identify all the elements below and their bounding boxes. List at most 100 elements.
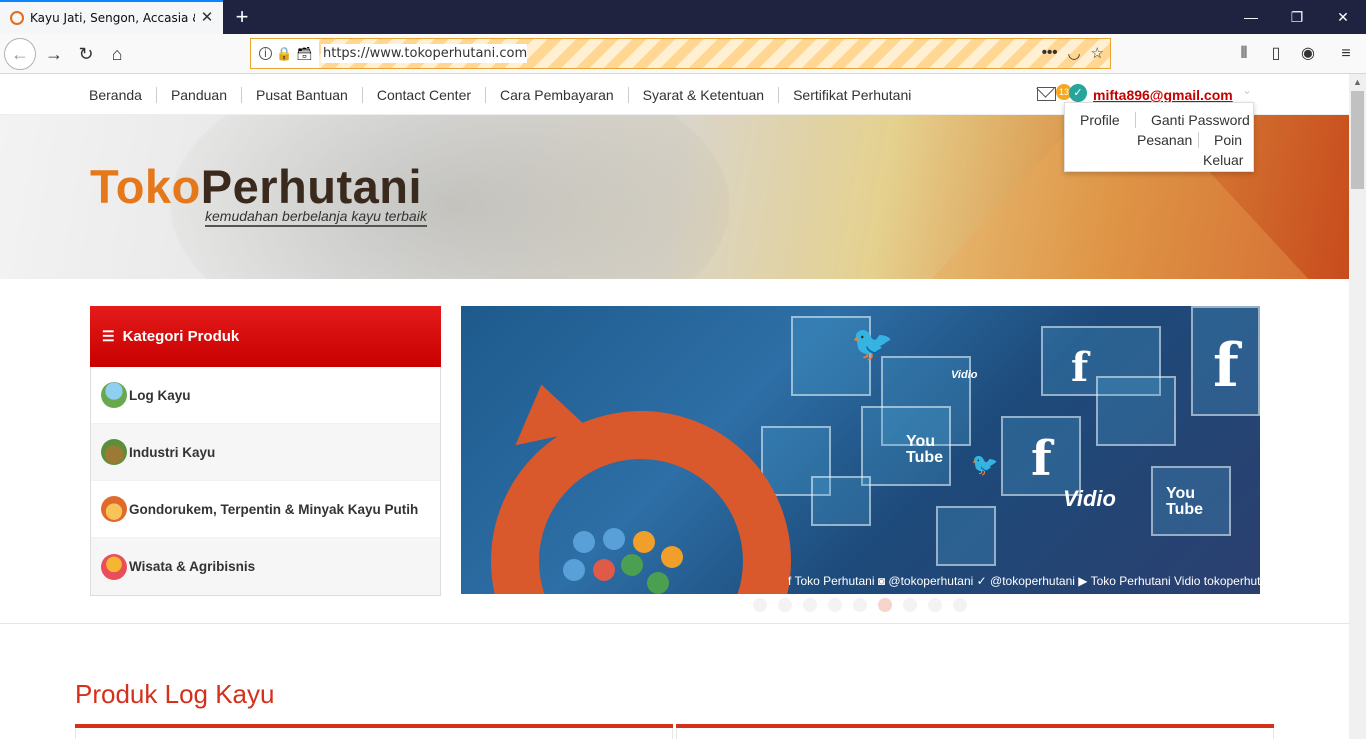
slider-dot bbox=[621, 554, 643, 576]
nav-item-pusat-bantuan[interactable]: Pusat Bantuan bbox=[242, 87, 363, 103]
category-label: Wisata & Agribisnis bbox=[129, 559, 256, 574]
nav-item-cara-pembayaran[interactable]: Cara Pembayaran bbox=[486, 87, 629, 103]
home-button[interactable]: ⌂ bbox=[101, 38, 133, 70]
nav-item-beranda[interactable]: Beranda bbox=[75, 87, 157, 103]
mail-icon[interactable] bbox=[1037, 87, 1056, 101]
product-card[interactable] bbox=[75, 728, 673, 739]
facebook-icon: f bbox=[1071, 344, 1089, 391]
library-icon[interactable]: ⫴ bbox=[1234, 44, 1254, 64]
chevron-down-icon[interactable]: ⌄ bbox=[1242, 83, 1252, 97]
slider-page-dot[interactable] bbox=[803, 598, 817, 612]
industri-kayu-icon bbox=[101, 439, 127, 465]
category-header: ☰ Kategori Produk bbox=[90, 306, 441, 367]
menu-item-keluar[interactable]: Keluar bbox=[1203, 152, 1243, 168]
gondorukem-icon bbox=[101, 496, 127, 522]
products-section-title: Produk Log Kayu bbox=[75, 679, 275, 709]
logo-tagline: kemudahan berbelanja kayu terbaik bbox=[205, 208, 427, 227]
slider-page-dot[interactable] bbox=[778, 598, 792, 612]
slider-dot bbox=[633, 531, 655, 553]
vidio-icon: Vidio bbox=[951, 369, 978, 381]
category-item-wisata[interactable]: Wisata & Agribisnis bbox=[91, 538, 440, 595]
list-icon: ☰ bbox=[102, 328, 115, 344]
nav-item-contact-center[interactable]: Contact Center bbox=[363, 87, 487, 103]
scroll-up-arrow-icon[interactable]: ▲ bbox=[1349, 74, 1366, 91]
slider-dot bbox=[603, 528, 625, 550]
nav-item-sertifikat[interactable]: Sertifikat Perhutani bbox=[779, 87, 925, 103]
product-card[interactable] bbox=[676, 728, 1274, 739]
info-icon[interactable]: i bbox=[259, 47, 272, 60]
slider-page-dot[interactable] bbox=[953, 598, 967, 612]
address-bar[interactable]: i 🔒 🗃 https://www.tokoperhutani.com ••• … bbox=[250, 38, 1111, 69]
slider-dot bbox=[593, 559, 615, 581]
youtube-icon: You Tube bbox=[1166, 485, 1204, 518]
pocket-icon[interactable]: ◡ bbox=[1067, 44, 1080, 62]
sidebar-icon[interactable]: ▯ bbox=[1266, 44, 1286, 64]
slider-pagination bbox=[753, 598, 967, 612]
log-kayu-icon bbox=[101, 382, 127, 408]
slider-dot bbox=[573, 531, 595, 553]
url-text[interactable]: https://www.tokoperhutani.com bbox=[321, 44, 528, 63]
address-bar-actions: ••• ◡ ☆ bbox=[1042, 44, 1104, 62]
facebook-icon: f bbox=[1213, 331, 1239, 401]
lock-icon: 🔒 bbox=[276, 45, 293, 61]
browser-tab[interactable]: Kayu Jati, Sengon, Accasia & La ✕ bbox=[0, 0, 223, 34]
slider-page-dot[interactable] bbox=[853, 598, 867, 612]
wisata-icon bbox=[101, 553, 127, 580]
back-button[interactable]: ← bbox=[4, 38, 36, 70]
category-item-log-kayu[interactable]: Log Kayu bbox=[91, 367, 440, 424]
category-title: Kategori Produk bbox=[122, 328, 240, 345]
scrollbar-thumb[interactable] bbox=[1351, 91, 1364, 189]
user-account-link[interactable]: mifta896@gmail.com bbox=[1093, 87, 1233, 103]
account-icon[interactable]: ◉ bbox=[1298, 44, 1318, 64]
slider-decor-square bbox=[936, 506, 996, 566]
slider-page-dot[interactable] bbox=[903, 598, 917, 612]
site-identity[interactable]: i 🔒 🗃 bbox=[251, 39, 319, 68]
close-tab-icon[interactable]: ✕ bbox=[199, 10, 215, 26]
browser-tab-bar: Kayu Jati, Sengon, Accasia & La ✕ + — ❐ … bbox=[0, 0, 1366, 34]
promo-slider[interactable]: 🐦 f f f You Tube Vidio Vidio 🐦 You Tube … bbox=[461, 306, 1260, 594]
menu-icon[interactable]: ≡ bbox=[1336, 44, 1356, 64]
category-label: Log Kayu bbox=[129, 387, 191, 403]
category-panel: ☰ Kategori Produk Log Kayu Industri Kayu… bbox=[90, 306, 441, 596]
close-window-icon[interactable]: ✕ bbox=[1320, 0, 1366, 34]
tab-title: Kayu Jati, Sengon, Accasia & La bbox=[30, 11, 195, 25]
menu-item-profile[interactable]: Profile bbox=[1080, 112, 1120, 128]
twitter-icon: 🐦 bbox=[971, 452, 999, 477]
slider-dot bbox=[661, 546, 683, 568]
twitter-icon: 🐦 bbox=[851, 325, 894, 363]
category-label: Industri Kayu bbox=[129, 444, 216, 460]
site-favicon-icon bbox=[10, 11, 24, 25]
page-scrollbar[interactable]: ▲ bbox=[1349, 74, 1366, 739]
slider-page-dot[interactable] bbox=[928, 598, 942, 612]
menu-item-poin[interactable]: Poin bbox=[1214, 132, 1242, 148]
new-tab-button[interactable]: + bbox=[230, 3, 254, 31]
minimize-window-icon[interactable]: — bbox=[1228, 0, 1274, 34]
nav-item-syarat-ketentuan[interactable]: Syarat & Ketentuan bbox=[629, 87, 780, 103]
user-dropdown-menu: Profile Ganti Password Pesanan Poin Kelu… bbox=[1064, 102, 1254, 172]
youtube-icon: You Tube bbox=[906, 433, 944, 466]
reload-button[interactable]: ↻ bbox=[70, 38, 102, 70]
menu-item-ganti-password[interactable]: Ganti Password bbox=[1151, 112, 1250, 128]
menu-separator bbox=[1198, 132, 1199, 148]
tracking-icon: 🗃 bbox=[296, 45, 313, 61]
page-actions-icon[interactable]: ••• bbox=[1042, 44, 1058, 62]
slider-page-dot[interactable] bbox=[828, 598, 842, 612]
restore-window-icon[interactable]: ❐ bbox=[1274, 0, 1320, 34]
slider-decor-square bbox=[1096, 376, 1176, 446]
section-divider bbox=[0, 623, 1349, 624]
site-logo[interactable]: TokoPerhutani bbox=[90, 159, 422, 214]
category-item-industri-kayu[interactable]: Industri Kayu bbox=[91, 424, 440, 481]
slider-page-dot-active[interactable] bbox=[878, 598, 892, 612]
bookmark-star-icon[interactable]: ☆ bbox=[1091, 44, 1104, 62]
nav-menu: Beranda Panduan Pusat Bantuan Contact Ce… bbox=[75, 87, 925, 103]
site-top-navigation: Beranda Panduan Pusat Bantuan Contact Ce… bbox=[0, 74, 1349, 172]
menu-item-pesanan[interactable]: Pesanan bbox=[1137, 132, 1192, 148]
web-page: Beranda Panduan Pusat Bantuan Contact Ce… bbox=[0, 74, 1349, 739]
verified-check-icon: ✓ bbox=[1069, 84, 1087, 102]
nav-item-panduan[interactable]: Panduan bbox=[157, 87, 242, 103]
category-item-gondorukem[interactable]: Gondorukem, Terpentin & Minyak Kayu Puti… bbox=[91, 481, 440, 538]
slider-decor-square bbox=[811, 476, 871, 526]
forward-button[interactable]: → bbox=[38, 38, 70, 70]
slider-page-dot[interactable] bbox=[753, 598, 767, 612]
category-label: Gondorukem, Terpentin & Minyak Kayu Puti… bbox=[129, 501, 419, 517]
